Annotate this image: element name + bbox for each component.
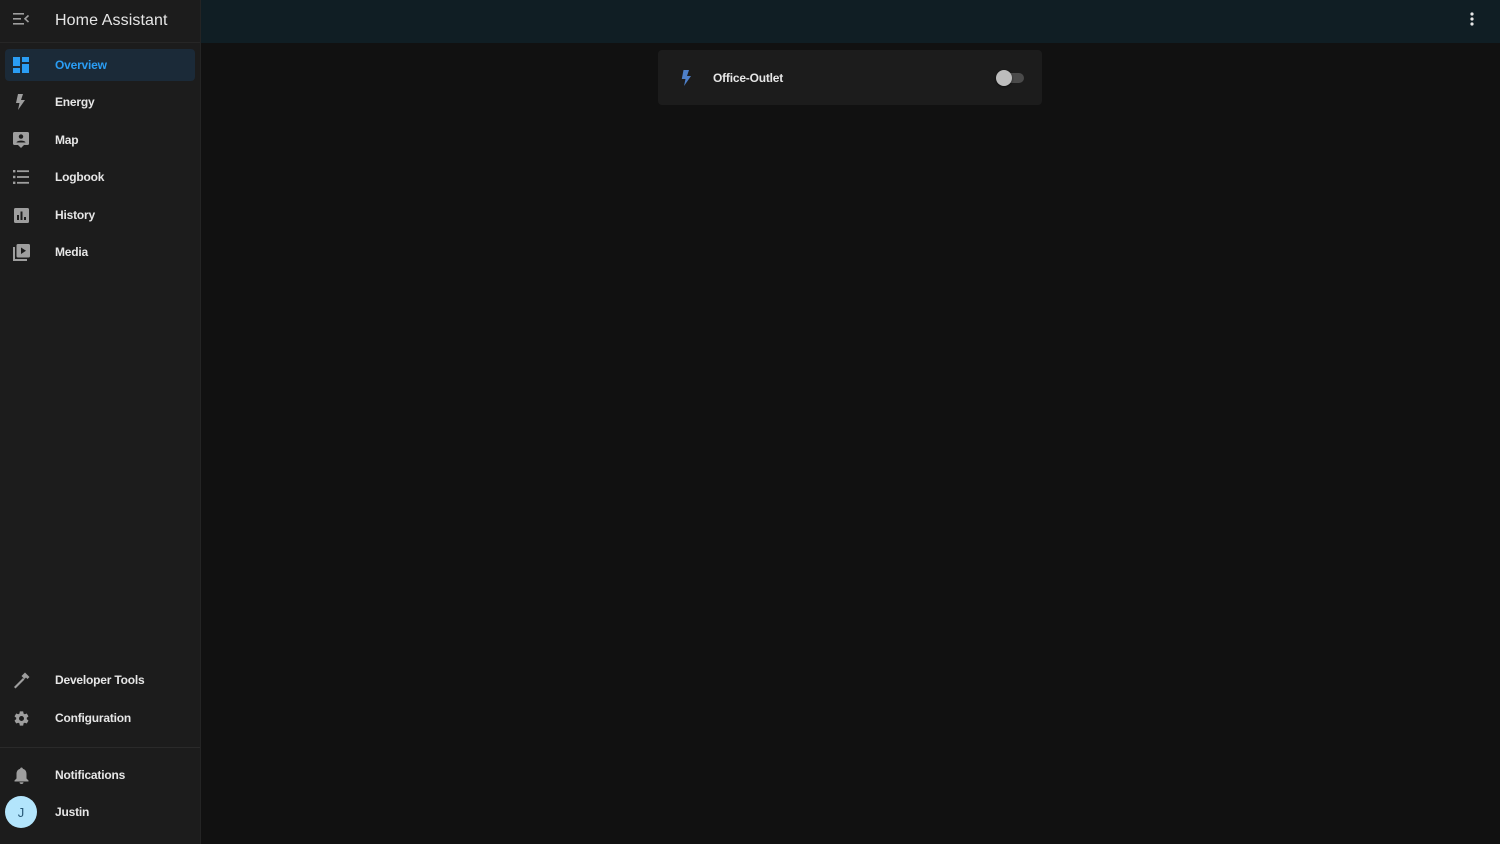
sidebar-header: Home Assistant — [0, 0, 200, 43]
sidebar-item-label: Map — [55, 133, 79, 147]
sidebar-item-label: Configuration — [55, 711, 132, 725]
sidebar-item-logbook[interactable]: Logbook — [5, 161, 195, 193]
bell-icon — [5, 759, 37, 791]
sidebar-divider — [0, 747, 200, 748]
sidebar-item-configuration[interactable]: Configuration — [5, 702, 195, 734]
chart-bar-icon — [5, 199, 37, 231]
flash-icon — [674, 66, 698, 90]
hammer-icon — [5, 664, 37, 696]
menu-toggle-button[interactable] — [0, 0, 42, 43]
sidebar-item-label: Media — [55, 245, 89, 259]
sidebar-item-overview[interactable]: Overview — [5, 49, 195, 81]
entity-name[interactable]: Office-Outlet — [713, 71, 996, 85]
gear-icon — [5, 702, 37, 734]
sidebar-item-media[interactable]: Media — [5, 236, 195, 268]
list-icon — [5, 161, 37, 193]
avatar: J — [5, 796, 37, 828]
sidebar-item-label: History — [55, 208, 95, 222]
entity-card: Office-Outlet — [658, 50, 1042, 105]
menu-open-icon — [13, 12, 30, 30]
dots-vertical-icon — [1470, 11, 1474, 31]
app-root: Home Assistant Overview Energy Map Logbo… — [0, 0, 1500, 844]
sidebar-item-notifications[interactable]: Notifications — [5, 759, 195, 791]
sidebar-item-energy[interactable]: Energy — [5, 86, 195, 118]
sidebar-item-label: Notifications — [55, 768, 126, 782]
office-outlet-toggle[interactable] — [996, 68, 1026, 88]
play-box-multiple-icon — [5, 236, 37, 268]
sidebar-item-label: Developer Tools — [55, 673, 145, 687]
dashboard-icon — [5, 49, 37, 81]
toggle-knob — [996, 69, 1012, 86]
app-title: Home Assistant — [55, 12, 168, 29]
top-bar — [201, 0, 1500, 43]
map-account-icon — [5, 124, 37, 156]
user-avatar-slot: J — [5, 796, 37, 828]
sidebar: Home Assistant Overview Energy Map Logbo… — [0, 0, 201, 844]
sidebar-item-history[interactable]: History — [5, 199, 195, 231]
more-options-button[interactable] — [1462, 11, 1482, 31]
sidebar-item-label: Logbook — [55, 170, 105, 184]
lightning-icon — [5, 86, 37, 118]
sidebar-item-label: Overview — [55, 58, 107, 72]
sidebar-item-developer-tools[interactable]: Developer Tools — [5, 664, 195, 696]
sidebar-item-map[interactable]: Map — [5, 124, 195, 156]
sidebar-item-label: Energy — [55, 95, 95, 109]
sidebar-item-label: Justin — [55, 805, 90, 819]
sidebar-item-user[interactable]: J Justin — [5, 796, 195, 828]
